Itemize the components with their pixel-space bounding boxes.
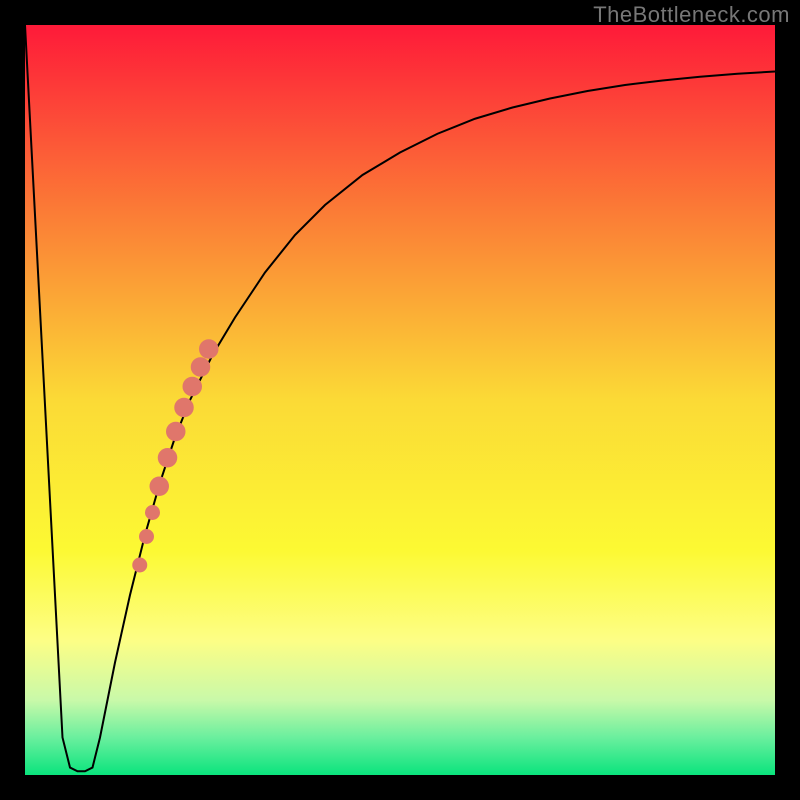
highlight-dot [139, 529, 154, 544]
gradient-backdrop [25, 25, 775, 775]
highlight-dot [199, 339, 219, 359]
highlight-dot [191, 357, 211, 377]
chart-frame: TheBottleneck.com [0, 0, 800, 800]
highlight-dot [158, 448, 178, 468]
highlight-dot [150, 477, 170, 497]
highlight-dot [166, 422, 186, 442]
highlight-dot [145, 505, 160, 520]
highlight-dot [132, 558, 147, 573]
highlight-dot [174, 398, 194, 418]
highlight-dot [183, 377, 203, 397]
bottleneck-chart [25, 25, 775, 775]
